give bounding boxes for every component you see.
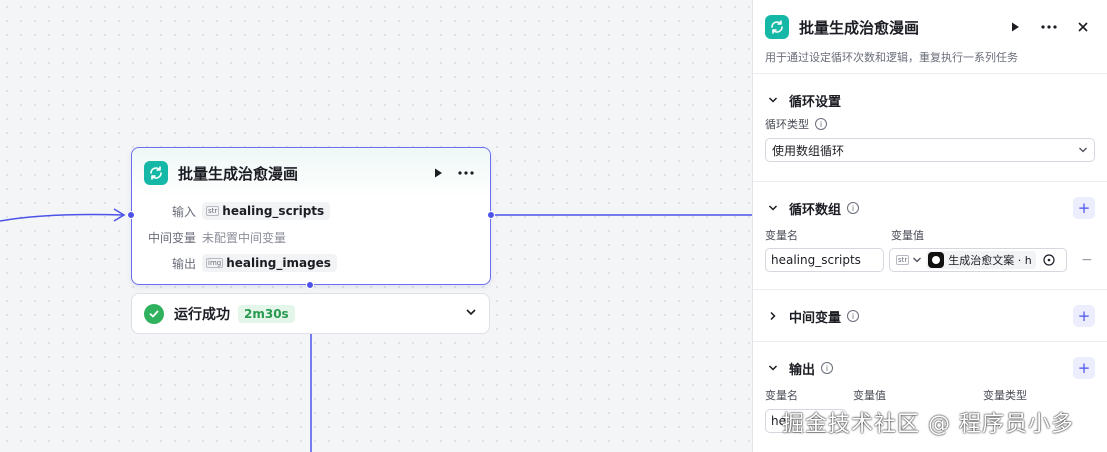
node-midvar-row: 中间变量 未配置中间变量 — [132, 224, 490, 250]
add-mid-var-button[interactable]: + — [1073, 305, 1095, 327]
loop-node[interactable]: 批量生成治愈漫画 输入 str healing_scripts 中间变量 未配置中… — [127, 147, 495, 289]
close-icon — [1078, 22, 1088, 32]
output-var-name-input[interactable]: he — [765, 409, 847, 433]
more-icon — [1041, 25, 1057, 29]
section-output: 输出 i + 变量名 变量值 变量类型 he — [753, 342, 1107, 433]
node-output-row: 输出 img healing_images — [132, 250, 490, 276]
panel-more-button[interactable] — [1037, 15, 1061, 39]
str-type-icon: str — [896, 255, 910, 265]
array-var-name-input[interactable]: healing_scripts — [765, 248, 884, 272]
str-type-icon: str — [206, 206, 220, 216]
chevron-down-icon — [765, 203, 781, 213]
panel-close-button[interactable] — [1071, 15, 1095, 39]
node-title: 批量生成治愈漫画 — [178, 164, 299, 183]
run-node-button[interactable] — [426, 161, 450, 185]
target-icon — [1043, 254, 1055, 266]
image-type-icon: img — [206, 258, 224, 268]
chevron-down-icon — [765, 363, 781, 373]
midvar-label: 中间变量 — [147, 230, 196, 245]
output-port[interactable] — [487, 211, 495, 219]
remove-array-row-button[interactable]: − — [1081, 252, 1093, 268]
more-icon — [458, 171, 474, 175]
loop-icon — [765, 15, 789, 39]
output-title: 输出 — [789, 362, 816, 378]
chevron-down-icon[interactable] — [465, 306, 477, 322]
loop-icon — [144, 161, 168, 185]
loop-type-label: 循环类型 i — [765, 116, 1095, 132]
panel-run-button[interactable] — [1003, 15, 1027, 39]
incoming-edge — [0, 213, 125, 222]
panel-header: 批量生成治愈漫画 用于通过设定循环次数和逻辑，重复执行一系列任务 — [753, 0, 1107, 74]
workflow-canvas[interactable]: 批量生成治愈漫画 输入 str healing_scripts 中间变量 未配置中… — [0, 0, 752, 452]
output-chip: img healing_images — [202, 254, 337, 272]
array-var-value-ref[interactable]: str 生成治愈文案 · h — [889, 248, 1067, 272]
loop-type-select[interactable]: 使用数组循环 — [765, 138, 1095, 162]
loop-settings-title: 循环设置 — [789, 94, 842, 110]
input-label: 输入 — [171, 204, 196, 219]
chevron-down-icon — [913, 257, 922, 263]
mid-vars-title: 中间变量 — [789, 310, 842, 326]
info-icon[interactable]: i — [821, 362, 834, 374]
panel-title: 批量生成治愈漫画 — [799, 18, 920, 37]
output-row: he — [765, 409, 1095, 433]
chevron-right-icon — [765, 311, 781, 321]
loop-array-title: 循环数组 — [789, 202, 842, 218]
chevron-down-icon — [765, 95, 781, 105]
add-output-button[interactable]: + — [1073, 357, 1095, 379]
node-settings-panel: 批量生成治愈漫画 用于通过设定循环次数和逻辑，重复执行一系列任务 循环设置 循环… — [752, 0, 1107, 452]
node-more-button[interactable] — [454, 161, 478, 185]
input-port[interactable] — [127, 211, 135, 219]
run-result-bar[interactable]: 运行成功 2m30s — [131, 293, 490, 334]
run-duration-badge: 2m30s — [238, 304, 295, 323]
node-input-row: 输入 str healing_scripts — [132, 198, 490, 224]
loop-array-columns: 变量名 变量值 — [765, 229, 924, 242]
success-check-icon — [144, 303, 164, 324]
panel-description: 用于通过设定循环次数和逻辑，重复执行一系列任务 — [765, 51, 1018, 64]
node-header: 批量生成治愈漫画 — [132, 148, 490, 198]
mid-vars-toggle[interactable]: 中间变量 i + — [765, 290, 1095, 342]
midvar-value: 未配置中间变量 — [202, 230, 287, 245]
output-columns: 变量名 变量值 变量类型 — [765, 389, 1027, 402]
input-chip: str healing_scripts — [202, 202, 331, 220]
add-array-button[interactable]: + — [1073, 197, 1095, 219]
info-icon[interactable]: i — [847, 202, 860, 214]
info-icon[interactable]: i — [815, 118, 827, 130]
bot-icon — [928, 252, 945, 268]
output-label: 输出 — [171, 256, 196, 271]
play-icon — [435, 168, 442, 178]
section-loop-settings: 循环设置 循环类型 i 使用数组循环 — [753, 74, 1107, 182]
section-loop-array: 循环数组 i + 变量名 变量值 healing_scripts str 生成治… — [753, 182, 1107, 290]
info-icon[interactable]: i — [847, 310, 860, 322]
loop-array-row: healing_scripts str 生成治愈文案 · h − — [765, 248, 1095, 272]
play-icon — [1012, 22, 1019, 32]
chevron-down-icon — [1079, 147, 1087, 153]
loop-body-port[interactable] — [306, 281, 314, 289]
section-mid-vars: 中间变量 i + — [753, 290, 1107, 342]
run-status: 运行成功 — [174, 306, 230, 323]
